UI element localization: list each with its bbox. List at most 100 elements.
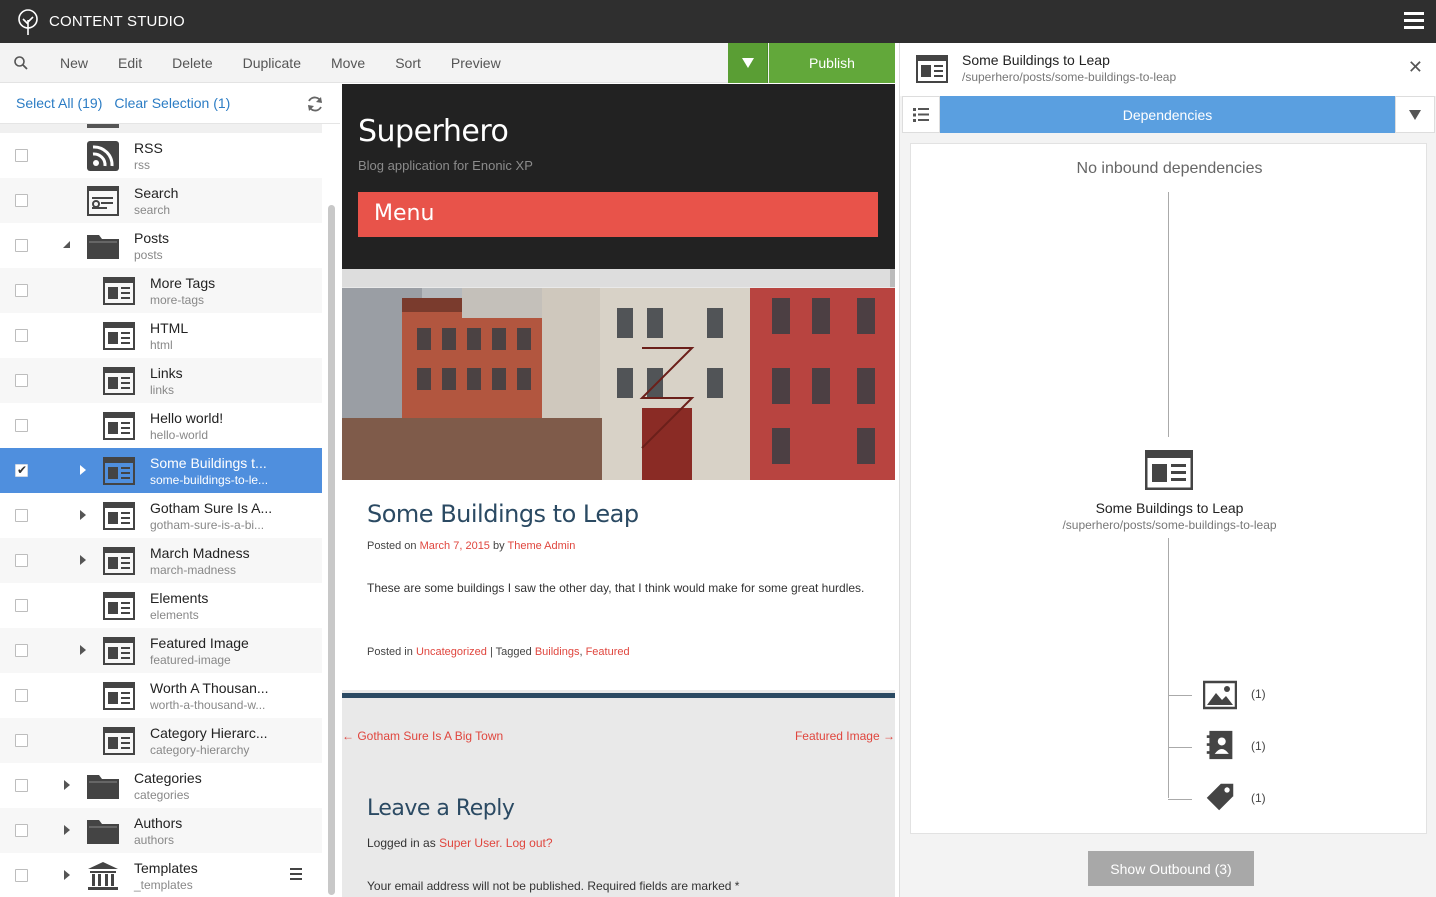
move-button[interactable]: Move <box>331 55 365 71</box>
next-post-link[interactable]: Featured Image → <box>795 729 895 743</box>
folder-icon <box>87 231 119 261</box>
post-body: These are some buildings I saw the other… <box>367 581 865 595</box>
tree-row[interactable]: Gotham Sure Is A... gotham-sure-is-a-bi..… <box>0 493 322 538</box>
row-checkbox[interactable] <box>15 419 28 432</box>
preview-scrollbar[interactable] <box>890 269 895 287</box>
preview-button[interactable]: Preview <box>451 55 501 71</box>
list-icon[interactable] <box>902 96 940 133</box>
expand-icon[interactable] <box>78 555 88 565</box>
image-icon[interactable] <box>1203 680 1237 710</box>
tree-row[interactable]: More Tags more-tags <box>0 268 322 313</box>
tree-row[interactable]: Search search <box>0 178 322 223</box>
tag-link-featured[interactable]: Featured <box>586 646 630 658</box>
row-checkbox[interactable] <box>15 824 28 837</box>
row-checkbox[interactable] <box>15 734 28 747</box>
post-meta: Posted on March 7, 2015 by Theme Admin <box>367 540 576 552</box>
image-dependency-count: (1) <box>1251 687 1266 701</box>
previous-post-link[interactable]: ← Gotham Sure Is A Big Town <box>342 729 503 743</box>
delete-button[interactable]: Delete <box>172 55 212 71</box>
tree-row[interactable]: Elements elements <box>0 583 322 628</box>
user-link[interactable]: Super User. <box>439 836 502 850</box>
publish-menu-button[interactable] <box>728 43 768 83</box>
row-path: rss <box>134 158 150 172</box>
dependencies-tab[interactable]: Dependencies <box>940 96 1395 133</box>
show-outbound-button[interactable]: Show Outbound (3) <box>1088 851 1254 886</box>
clear-selection-link[interactable]: Clear Selection (1) <box>114 95 230 111</box>
row-checkbox[interactable]: ✔ <box>15 463 28 477</box>
category-link[interactable]: Uncategorized <box>416 646 487 658</box>
row-checkbox[interactable] <box>15 509 28 522</box>
expand-icon[interactable] <box>62 780 72 790</box>
expand-icon[interactable] <box>78 645 88 655</box>
post-author-link[interactable]: Theme Admin <box>507 540 575 552</box>
tree-row[interactable]: Posts posts <box>0 223 322 268</box>
row-checkbox[interactable] <box>15 554 28 567</box>
tree-row[interactable]: Categories categories <box>0 763 322 808</box>
site-title[interactable]: Superhero <box>358 114 509 149</box>
new-button[interactable]: New <box>60 55 88 71</box>
main-menu-icon[interactable] <box>1404 12 1424 30</box>
row-title: Category Hierarc... <box>150 725 268 741</box>
tree-row[interactable]: Authors authors <box>0 808 322 853</box>
tree-row[interactable]: ✔ Some Buildings t... some-buildings-to-le… <box>0 448 322 493</box>
sort-button[interactable]: Sort <box>395 55 421 71</box>
tree-row[interactable]: Templates _templates <box>0 853 322 897</box>
refresh-icon[interactable] <box>306 95 324 113</box>
tree-row[interactable]: Worth A Thousan... worth-a-thousand-w... <box>0 673 322 718</box>
detail-path: /superhero/posts/some-buildings-to-leap <box>962 70 1177 84</box>
tab-dropdown-button[interactable] <box>1395 96 1435 133</box>
close-icon[interactable]: ✕ <box>1408 57 1423 78</box>
content-studio-logo-icon <box>18 8 38 35</box>
expand-icon[interactable] <box>62 825 72 835</box>
article-icon[interactable] <box>1145 450 1193 490</box>
tree-row[interactable]: HTML html <box>0 313 322 358</box>
expand-icon[interactable] <box>78 510 88 520</box>
logout-link[interactable]: Log out? <box>506 836 553 850</box>
row-path: featured-image <box>150 653 231 667</box>
row-checkbox[interactable] <box>15 779 28 792</box>
row-checkbox[interactable] <box>15 329 28 342</box>
row-checkbox[interactable] <box>15 644 28 657</box>
row-checkbox[interactable] <box>15 869 28 882</box>
tree-row[interactable]: RSS rss <box>0 133 322 178</box>
row-path: gotham-sure-is-a-bi... <box>150 518 265 532</box>
tree-row[interactable]: Hello world! hello-world <box>0 403 322 448</box>
reply-heading: Leave a Reply <box>367 796 515 821</box>
edit-button[interactable]: Edit <box>118 55 142 71</box>
post-title[interactable]: Some Buildings to Leap <box>367 500 639 528</box>
contact-book-icon[interactable] <box>1203 730 1237 760</box>
select-all-link[interactable]: Select All (19) <box>16 95 102 111</box>
tag-icon[interactable] <box>1203 782 1237 812</box>
tree-row[interactable]: Featured Image featured-image <box>0 628 322 673</box>
row-checkbox[interactable] <box>15 374 28 387</box>
site-menu-button[interactable]: Menu <box>358 192 878 237</box>
duplicate-button[interactable]: Duplicate <box>243 55 301 71</box>
publish-button[interactable]: Publish <box>769 43 895 83</box>
expand-icon[interactable] <box>62 870 72 880</box>
row-checkbox[interactable] <box>15 689 28 702</box>
row-path: posts <box>134 248 163 262</box>
row-checkbox[interactable] <box>15 599 28 612</box>
featured-image <box>342 288 895 480</box>
row-checkbox[interactable] <box>15 194 28 207</box>
post-date-link[interactable]: March 7, 2015 <box>420 540 490 552</box>
row-title: Featured Image <box>150 635 249 651</box>
tag-link-buildings[interactable]: Buildings <box>535 646 580 658</box>
expand-icon[interactable] <box>78 465 88 475</box>
content-tree: RSS rss Search search Posts posts More Tags mor… <box>0 124 322 897</box>
row-path: links <box>150 383 175 397</box>
row-checkbox[interactable] <box>15 284 28 297</box>
row-title: Templates <box>134 860 198 876</box>
row-path: authors <box>134 833 175 847</box>
collapse-icon[interactable] <box>62 240 72 250</box>
tree-actions-icon[interactable] <box>290 868 302 880</box>
tree-row[interactable]: Category Hierarc... category-hierarchy <box>0 718 322 763</box>
search-icon[interactable] <box>0 55 42 71</box>
tree-scrollbar[interactable] <box>328 205 335 895</box>
search-page-icon <box>87 186 119 216</box>
row-checkbox[interactable] <box>15 149 28 162</box>
tree-row[interactable]: Links links <box>0 358 322 403</box>
tree-row[interactable]: March Madness march-madness <box>0 538 322 583</box>
article-icon <box>103 681 135 711</box>
row-checkbox[interactable] <box>15 239 28 252</box>
